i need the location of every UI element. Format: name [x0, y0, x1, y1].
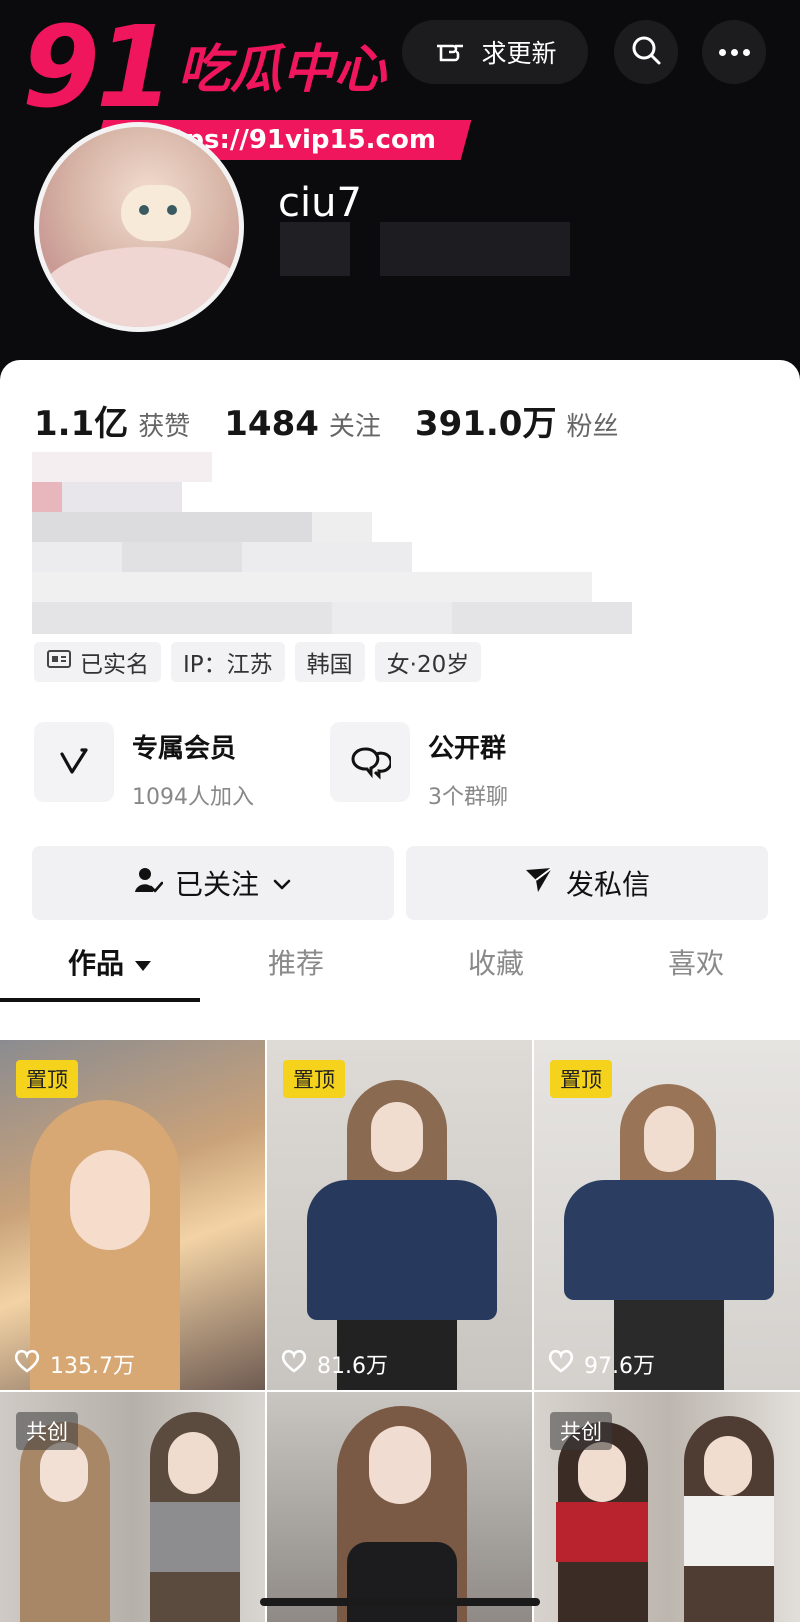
tab-likes[interactable]: 喜欢: [668, 942, 724, 982]
collab-badge: 共创: [550, 1412, 612, 1450]
followers-count[interactable]: 391.0万: [415, 396, 557, 445]
video-tile[interactable]: 共创: [534, 1392, 800, 1622]
video-tile[interactable]: 置顶 97.6万: [534, 1040, 800, 1390]
followed-button[interactable]: 已关注: [32, 846, 394, 920]
tab-recommend[interactable]: 推荐: [268, 942, 324, 982]
heart-icon: [548, 1349, 574, 1379]
public-group-entry[interactable]: 公开群 3个群聊: [330, 722, 590, 811]
content-tabs: 作品 推荐 收藏 喜欢: [0, 932, 800, 1002]
pinned-badge: 置顶: [550, 1060, 612, 1098]
likes-label: 获赞: [138, 412, 191, 442]
pinned-badge: 置顶: [283, 1060, 345, 1098]
paper-plane-icon: [524, 866, 554, 901]
search-icon: [630, 34, 662, 70]
home-indicator: [260, 1598, 540, 1606]
profile-stats: 1.1亿 获赞 1484 关注 391.0万 粉丝: [34, 396, 642, 445]
video-likes-count: 81.6万: [317, 1354, 388, 1379]
vip-subtitle: 1094人加入: [132, 785, 254, 810]
send-message-label: 发私信: [565, 868, 650, 901]
video-grid: 置顶 135.7万 置顶 81.6万 置顶 97.6万 共创 共创: [0, 1040, 800, 1622]
vip-v-icon: [34, 722, 114, 802]
blurred-bio: [32, 452, 632, 642]
tab-works-label: 作品: [68, 947, 125, 980]
likes-count: 1.1亿: [34, 404, 129, 444]
profile-tags: 已实名 IP：江苏 韩国 女·20岁: [34, 642, 482, 682]
pinned-badge: 置顶: [16, 1060, 78, 1098]
tag-country: 韩国: [294, 642, 365, 682]
id-card-icon: [46, 649, 72, 675]
tab-works[interactable]: 作品: [68, 942, 152, 982]
request-update-label: 求更新: [481, 39, 557, 68]
tag-verified[interactable]: 已实名: [34, 642, 161, 682]
video-tile[interactable]: [267, 1392, 532, 1622]
chevron-down-icon: [271, 867, 293, 900]
video-likes: 135.7万: [14, 1348, 135, 1380]
vip-membership-entry[interactable]: 专属会员 1094人加入: [34, 722, 294, 811]
video-likes: 97.6万: [548, 1348, 655, 1380]
blurred-id-2: [380, 222, 570, 276]
search-button[interactable]: [614, 20, 678, 84]
tag-verified-label: 已实名: [80, 652, 149, 678]
group-subtitle: 3个群聊: [428, 785, 508, 810]
hand-point-icon: [433, 34, 467, 70]
collab-badge: 共创: [16, 1412, 78, 1450]
user-check-icon: [133, 865, 164, 902]
video-tile[interactable]: 置顶 81.6万: [267, 1040, 532, 1390]
feature-entries: 专属会员 1094人加入 公开群 3个群聊: [34, 722, 590, 811]
video-likes-count: 97.6万: [584, 1354, 655, 1379]
following-label[interactable]: 关注: [329, 406, 381, 443]
chat-bubbles-icon: [330, 722, 410, 802]
watermark-number: 91: [22, 3, 174, 133]
tag-gender-age: 女·20岁: [374, 642, 482, 682]
video-tile[interactable]: 共创: [0, 1392, 265, 1622]
more-dots-icon: [718, 48, 750, 56]
heart-icon: [14, 1349, 40, 1379]
video-likes-count: 135.7万: [50, 1354, 135, 1379]
heart-icon: [281, 1349, 307, 1379]
send-message-button[interactable]: 发私信: [406, 846, 768, 920]
vip-title: 专属会员: [132, 734, 237, 764]
following-count[interactable]: 1484: [224, 404, 319, 444]
watermark-title: 吃瓜中心: [178, 40, 387, 100]
tab-favorites[interactable]: 收藏: [468, 942, 524, 982]
tag-ip: IP：江苏: [171, 642, 285, 682]
avatar[interactable]: [34, 122, 244, 332]
blurred-id: [280, 222, 350, 276]
group-title: 公开群: [428, 734, 507, 764]
video-tile[interactable]: 置顶 135.7万: [0, 1040, 265, 1390]
followed-label: 已关注: [174, 868, 259, 901]
caret-down-icon: [134, 947, 152, 980]
profile-actions: 已关注 发私信: [32, 846, 768, 920]
more-button[interactable]: [702, 20, 766, 84]
followers-label[interactable]: 粉丝: [566, 406, 618, 443]
request-update-button[interactable]: 求更新: [402, 20, 588, 84]
tab-active-indicator: [0, 998, 200, 1002]
profile-header: 91 吃瓜中心 https://91vip15.com 求更新 ciu7: [0, 0, 800, 380]
username: ciu7: [278, 180, 362, 226]
video-likes: 81.6万: [281, 1348, 388, 1380]
